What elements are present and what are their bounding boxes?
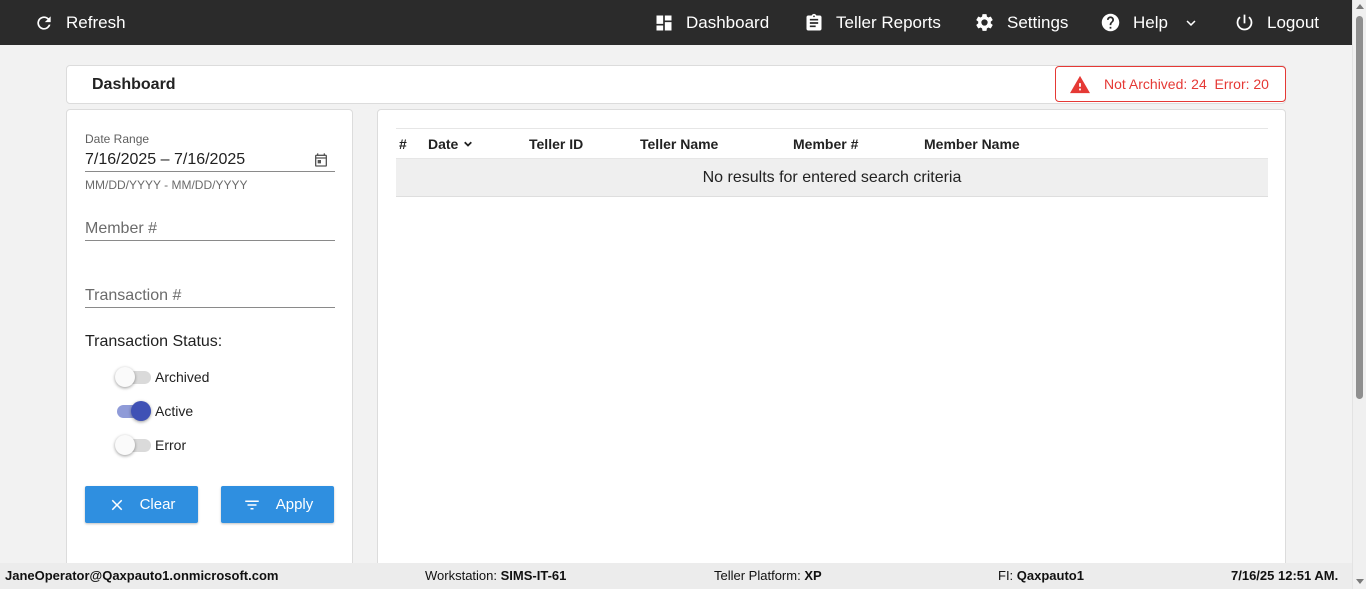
- error-label: Error: [155, 437, 187, 453]
- nav-help-label: Help: [1133, 12, 1168, 32]
- nav-teller-reports[interactable]: Teller Reports: [804, 0, 941, 45]
- toggle-active[interactable]: Active: [115, 400, 193, 422]
- top-navbar: Refresh Dashboard Teller Reports Setting…: [0, 0, 1352, 45]
- scrollbar-thumb[interactable]: [1356, 16, 1363, 399]
- active-switch[interactable]: [115, 401, 151, 421]
- results-panel: # Date Teller ID Teller Name Member # Me…: [377, 109, 1286, 579]
- chevron-down-icon: [1186, 19, 1196, 26]
- status-teller-platform: Teller Platform: XP: [714, 568, 822, 583]
- archived-label: Archived: [155, 369, 210, 385]
- apply-button[interactable]: Apply: [221, 486, 334, 523]
- member-number-input[interactable]: [85, 211, 335, 241]
- apply-label: Apply: [275, 496, 314, 513]
- nav-dashboard-label: Dashboard: [686, 12, 770, 32]
- active-label: Active: [155, 403, 194, 419]
- clear-label: Clear: [139, 496, 176, 513]
- page-title: Dashboard: [92, 76, 176, 93]
- dashboard-icon: [656, 15, 672, 30]
- column-header-teller-id[interactable]: Teller ID: [529, 129, 583, 158]
- archive-status-alert[interactable]: Not Archived: 24 Error: 20: [1055, 66, 1286, 102]
- calendar-icon[interactable]: [313, 152, 329, 168]
- toggle-error[interactable]: Error: [115, 434, 186, 456]
- clipboard-icon: [806, 13, 822, 31]
- sort-descending-icon: [464, 141, 473, 147]
- date-range-value: 7/16/2025 – 7/16/2025: [85, 150, 246, 168]
- date-range-input[interactable]: 7/16/2025 – 7/16/2025: [85, 148, 335, 172]
- filter-icon: [244, 500, 259, 509]
- status-fi: FI: Qaxpauto1: [998, 568, 1084, 583]
- status-user: JaneOperator@Qaxpauto1.onmicrosoft.com: [5, 568, 279, 583]
- logout-button[interactable]: Logout: [1234, 0, 1319, 45]
- nav-teller-reports-label: Teller Reports: [836, 12, 941, 32]
- transaction-status-label: Transaction Status:: [85, 333, 223, 350]
- date-range-field[interactable]: Date Range 7/16/2025 – 7/16/2025 MM/DD/Y…: [85, 132, 335, 192]
- column-header-number[interactable]: #: [399, 129, 407, 158]
- column-header-member-name[interactable]: Member Name: [924, 129, 1020, 158]
- clear-button[interactable]: Clear: [85, 486, 198, 523]
- nav-settings-label: Settings: [1007, 12, 1069, 32]
- error-switch[interactable]: [115, 435, 151, 455]
- status-bar: JaneOperator@Qaxpauto1.onmicrosoft.com W…: [0, 563, 1352, 589]
- column-header-teller-name[interactable]: Teller Name: [640, 129, 718, 158]
- close-icon: [111, 499, 122, 510]
- power-icon: [1236, 14, 1253, 31]
- gear-icon: [976, 14, 993, 31]
- transaction-number-input[interactable]: [85, 278, 335, 308]
- filter-panel: Date Range 7/16/2025 – 7/16/2025 MM/DD/Y…: [66, 109, 353, 579]
- results-table: # Date Teller ID Teller Name Member # Me…: [396, 128, 1268, 197]
- page-header-card: Dashboard Not Archived: 24 Error: 20: [66, 65, 1286, 104]
- status-datetime: 7/16/25 12:51 AM.: [1231, 568, 1339, 583]
- status-workstation: Workstation: SIMS-IT-61: [425, 568, 567, 583]
- column-header-member-number[interactable]: Member #: [793, 129, 858, 158]
- refresh-label: Refresh: [66, 12, 126, 32]
- warning-icon: [1070, 75, 1090, 94]
- date-range-hint: MM/DD/YYYY - MM/DD/YYYY: [85, 178, 248, 192]
- nav-help[interactable]: Help: [1100, 0, 1200, 45]
- toggle-archived[interactable]: Archived: [115, 366, 209, 388]
- alert-text: Not Archived: 24 Error: 20: [1104, 76, 1269, 92]
- archived-switch[interactable]: [115, 367, 151, 387]
- date-range-label: Date Range: [85, 132, 150, 146]
- table-header: # Date Teller ID Teller Name Member # Me…: [396, 128, 1268, 159]
- help-circle-icon: [1101, 13, 1120, 32]
- empty-results-message: No results for entered search criteria: [396, 159, 1268, 197]
- refresh-button[interactable]: Refresh: [34, 0, 126, 45]
- nav-settings[interactable]: Settings: [974, 0, 1068, 45]
- logout-label: Logout: [1267, 12, 1319, 32]
- scroll-down-arrow-icon[interactable]: [1356, 579, 1364, 584]
- vertical-scrollbar[interactable]: [1352, 0, 1366, 589]
- nav-dashboard[interactable]: Dashboard: [654, 0, 769, 45]
- column-header-date[interactable]: Date: [428, 129, 475, 158]
- refresh-icon: [37, 15, 51, 30]
- scroll-up-arrow-icon[interactable]: [1356, 4, 1364, 9]
